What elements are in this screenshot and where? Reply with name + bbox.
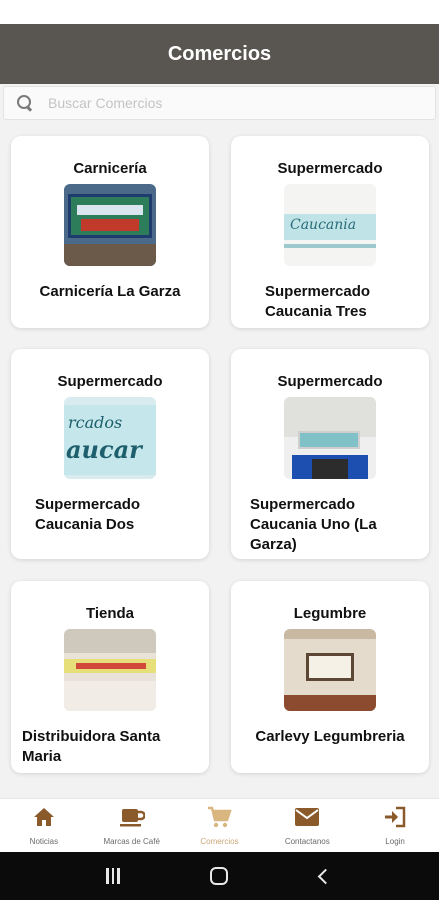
recents-button[interactable] [93,856,133,896]
store-category: Supermercado [277,160,383,177]
nav-label: Noticias [29,837,59,846]
store-category: Supermercado [57,373,163,390]
store-category: Carnicería [73,160,147,177]
page-title: Comercios [167,42,272,65]
store-image [64,184,156,266]
store-image [284,629,376,711]
store-card[interactable]: Tienda Distribuidora Santa Maria [11,581,209,773]
store-card[interactable]: Carnicería Carnicería La Garza [11,136,209,328]
search-bar[interactable] [3,86,436,120]
nav-label: Marcas de Café [103,837,160,846]
store-name: Carlevy Legumbreria [255,728,405,745]
home-icon [32,805,56,833]
store-card[interactable]: Supermercado Supermercado Caucania Uno (… [231,349,429,559]
store-category: Tienda [85,605,135,622]
store-image [64,397,156,479]
back-icon [318,868,334,884]
home-circle-icon [210,867,229,885]
store-name: Supermercado Caucania Dos [35,496,141,533]
recents-icon [106,868,120,884]
nav-item-login[interactable]: Login [351,799,439,852]
system-navigation-bar [0,852,439,900]
back-button[interactable] [306,856,346,896]
envelope-icon [293,805,321,833]
store-card[interactable]: Supermercado Supermercado Caucania Dos [11,349,209,559]
store-name: Supermercado Caucania Uno (La Garza) [250,496,377,553]
app-bar: Comercios [0,24,439,84]
nav-label: Contactanos [284,837,330,846]
search-icon [16,94,34,112]
nav-label: Comercios [200,837,239,846]
store-image [284,397,376,479]
bottom-nav: Noticias Marcas de Café Comercios Contac… [0,798,439,852]
store-name: Distribuidora Santa Maria [22,728,161,765]
store-card[interactable]: Supermercado Supermercado Caucania Tres [231,136,429,328]
store-image [64,629,156,711]
nav-label: Login [385,837,405,846]
login-icon [382,805,408,833]
store-category: Legumbre [293,605,367,622]
store-card[interactable]: Legumbre Carlevy Legumbreria [231,581,429,773]
nav-item-contactanos[interactable]: Contactanos [263,799,351,852]
store-grid: Carnicería Carnicería La Garza Supermerc… [0,126,439,786]
status-bar [0,0,439,24]
search-input[interactable] [48,95,408,111]
nav-item-marcas-de-cafe[interactable]: Marcas de Café [88,799,176,852]
nav-item-comercios[interactable]: Comercios [176,799,264,852]
coffee-cup-icon [119,805,146,833]
store-image [284,184,376,266]
store-name: Supermercado Caucania Tres [265,283,371,320]
nav-item-noticias[interactable]: Noticias [0,799,88,852]
cart-icon [206,805,233,833]
store-category: Supermercado [277,373,383,390]
store-name: Carnicería La Garza [39,283,181,300]
home-button[interactable] [199,856,239,896]
